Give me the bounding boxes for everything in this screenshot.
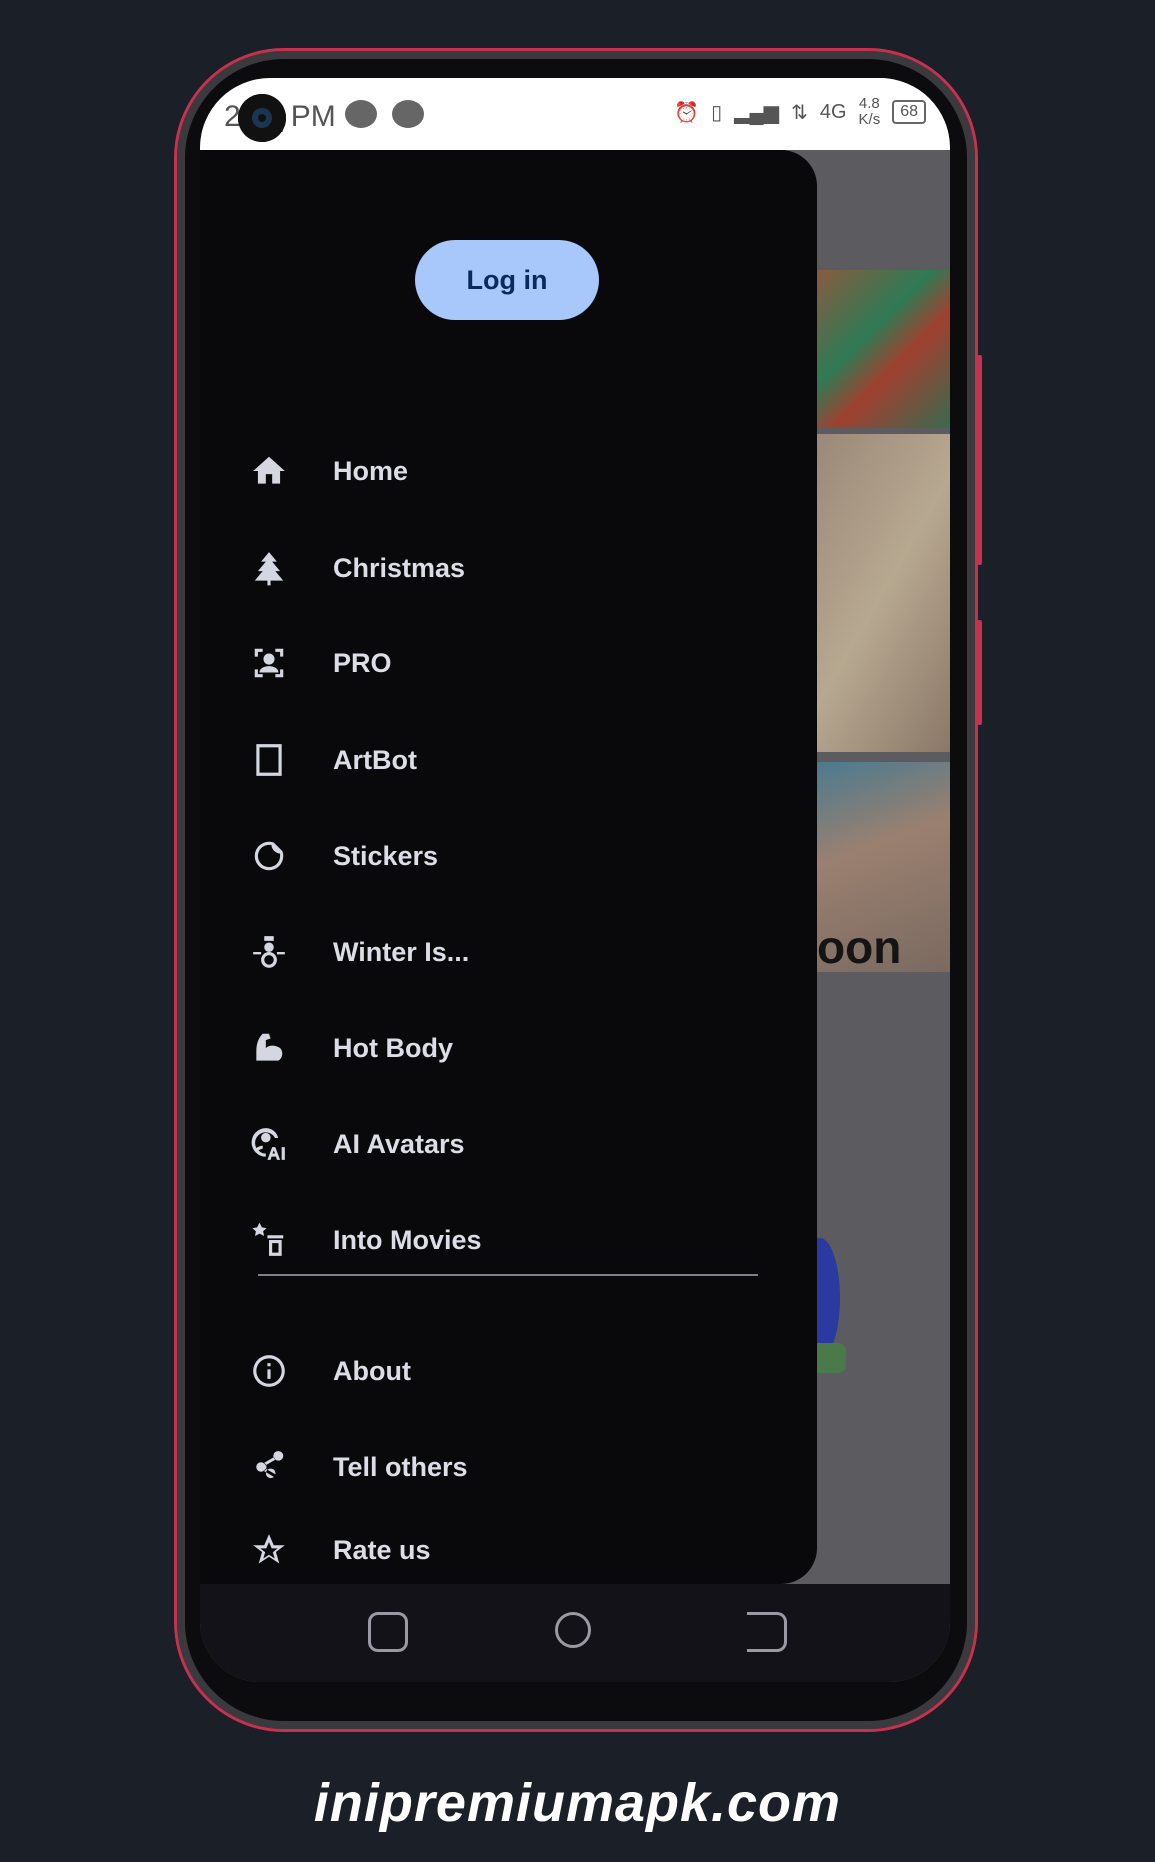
share-icon — [256, 1451, 284, 1479]
background-image — [815, 434, 950, 752]
square-icon — [256, 744, 282, 776]
net-speed: 4.8 — [858, 95, 880, 112]
net-speed-unit: K/s — [858, 111, 881, 128]
battery-icon: 68 — [892, 100, 926, 124]
back-button[interactable] — [747, 1612, 787, 1652]
snowman-icon — [253, 936, 285, 968]
background-image — [815, 270, 950, 428]
muscle-icon — [256, 1033, 283, 1061]
background-title: oon — [817, 921, 902, 973]
home-icon — [253, 456, 285, 484]
vibrate-icon: ▯ — [711, 101, 723, 124]
menu-item-about[interactable]: About — [250, 1341, 770, 1401]
status-bar: 2:__ PM ⏰ ▯ ▂▄▆ ⇅ 4G 4.8 K/s 68 — [200, 78, 950, 150]
menu-item-home[interactable]: Home — [250, 441, 770, 501]
star-icon — [253, 1534, 285, 1564]
system-nav-bar — [200, 1584, 950, 1682]
power-button — [977, 620, 982, 725]
watermark: inipremiumapk.com — [313, 1773, 842, 1833]
movie-icon — [252, 1222, 284, 1256]
menu-item-ai-avatars[interactable]: AI Avatars — [250, 1114, 770, 1174]
data-arrows-icon: ⇅ — [791, 101, 808, 124]
menu-item-pro[interactable]: PRO — [250, 633, 770, 693]
info-icon — [253, 1355, 285, 1387]
menu-item-tell-others[interactable]: Tell others — [250, 1437, 770, 1497]
home-button[interactable] — [555, 1612, 591, 1648]
login-button[interactable]: Log in — [415, 240, 599, 320]
screen: 2:__ PM ⏰ ▯ ▂▄▆ ⇅ 4G 4.8 K/s 68 oon Log … — [200, 78, 950, 1682]
menu-item-into-movies[interactable]: Into Movies — [250, 1210, 770, 1270]
menu-item-winter[interactable]: Winter Is... — [250, 922, 770, 982]
menu-item-stickers[interactable]: Stickers — [250, 826, 770, 886]
menu-item-rate-us[interactable]: Rate us — [250, 1520, 770, 1580]
navigation-drawer: Log in Home Christmas PRO ArtBot Sticker… — [200, 150, 817, 1584]
network-type: 4G — [819, 100, 847, 123]
message-icon — [345, 100, 377, 128]
volume-button — [977, 355, 982, 565]
menu-item-christmas[interactable]: Christmas — [250, 538, 770, 598]
sticker-icon — [254, 841, 284, 871]
face-frame-icon — [254, 648, 284, 678]
recents-button[interactable] — [368, 1612, 408, 1652]
message-icon — [392, 100, 424, 128]
alarm-icon: ⏰ — [674, 101, 700, 124]
menu-divider — [258, 1274, 758, 1276]
signal-icon: ▂▄▆ — [734, 101, 780, 124]
ai-avatar-icon — [251, 1128, 285, 1160]
menu-item-hot-body[interactable]: Hot Body — [250, 1018, 770, 1078]
menu-item-artbot[interactable]: ArtBot — [250, 730, 770, 790]
tree-icon — [254, 552, 284, 586]
front-camera — [238, 94, 286, 142]
